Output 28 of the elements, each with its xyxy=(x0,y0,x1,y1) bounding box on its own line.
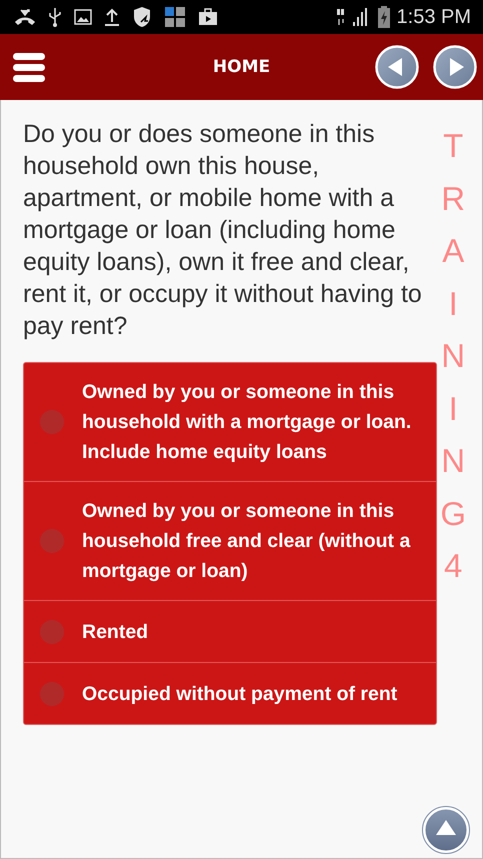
missed-call-icon xyxy=(14,8,36,26)
option-label: Occupied without payment of rent xyxy=(82,682,398,706)
forward-icon[interactable] xyxy=(433,45,477,89)
back-icon[interactable] xyxy=(375,45,419,89)
status-time: 1:53 PM xyxy=(396,6,471,28)
battery-icon xyxy=(376,6,391,28)
apps-grid-icon xyxy=(164,6,186,28)
option-label: Rented xyxy=(82,620,150,644)
shield-icon xyxy=(132,6,152,28)
question-text: Do you or does someone in this household own this house, apartment, or mobile home with a mortgage or loan (including home equity loans), own it free and clear, rent it, or occupy it without having to pay rent? xyxy=(23,119,423,342)
answer-option[interactable]: Occupied without payment of rent xyxy=(24,662,436,724)
option-label: Owned by you or someone in this household with a mortgage or loan. Include home equity loans xyxy=(82,380,412,465)
page-title: HOME xyxy=(212,57,272,77)
training-mode-label: TRAINING4 xyxy=(440,126,466,586)
radio-button[interactable] xyxy=(40,620,64,644)
answer-option[interactable]: Rented xyxy=(24,600,436,662)
briefcase-icon xyxy=(198,8,218,26)
scroll-up-icon[interactable] xyxy=(422,806,470,854)
radio-button[interactable] xyxy=(40,529,64,553)
option-label: Owned by you or someone in this household free and clear (without a mortgage or loan) xyxy=(82,499,412,584)
menu-icon[interactable] xyxy=(13,52,45,82)
usb-icon xyxy=(48,7,62,27)
answer-option[interactable]: Owned by you or someone in this household with a mortgage or loan. Include home equity loans xyxy=(24,363,436,481)
image-icon xyxy=(74,9,92,25)
answer-option[interactable]: Owned by you or someone in this household free and clear (without a mortgage or loan) xyxy=(24,481,436,600)
upload-icon xyxy=(104,8,120,26)
radio-button[interactable] xyxy=(40,682,64,706)
radio-button[interactable] xyxy=(40,410,64,434)
